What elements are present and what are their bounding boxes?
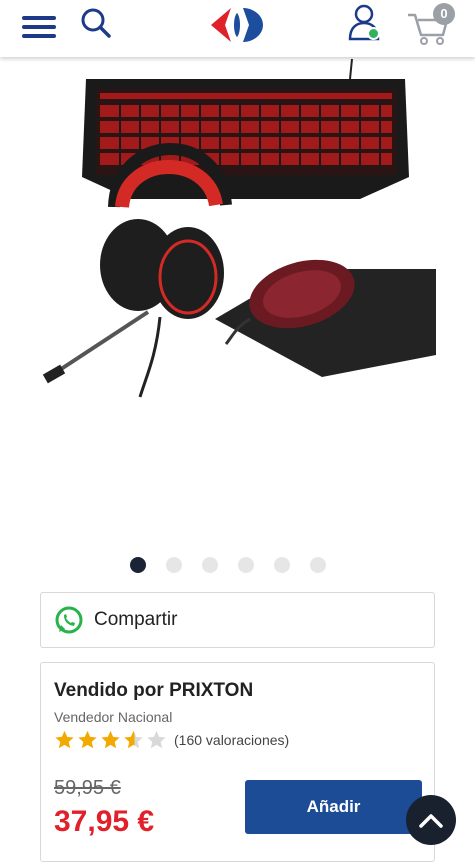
star-icon [101, 730, 120, 749]
chevron-up-icon [419, 814, 443, 828]
user-account-icon[interactable] [345, 3, 385, 43]
old-price: 59,95 € [54, 777, 121, 799]
gallery-dot[interactable] [130, 557, 146, 573]
star-icon [55, 730, 74, 749]
rating[interactable]: (160 valoraciones) [53, 729, 289, 751]
hamburger-menu-icon[interactable] [22, 14, 58, 40]
offer-card: Vendido por PRIXTON Vendedor Nacional (1… [40, 662, 435, 862]
current-price: 37,95 € [54, 805, 155, 838]
star-icon [124, 730, 143, 749]
share-button[interactable]: Compartir [40, 592, 435, 648]
gallery-dot[interactable] [202, 557, 218, 573]
top-header: 0 [0, 0, 475, 57]
scroll-to-top-button[interactable] [406, 795, 456, 845]
online-status-dot [367, 27, 380, 40]
share-label: Compartir [94, 609, 178, 630]
product-image [42, 58, 436, 398]
seller-type: Vendedor Nacional [54, 709, 173, 725]
seller-name[interactable]: PRIXTON [169, 680, 253, 701]
star-icon [147, 730, 166, 749]
shopping-cart-icon[interactable]: 0 [405, 3, 459, 47]
gallery-dot[interactable] [274, 557, 290, 573]
star-icon [78, 730, 97, 749]
seller-prefix: Vendido por [54, 680, 164, 701]
cart-count-badge: 0 [433, 3, 455, 25]
product-image-gallery[interactable] [0, 57, 475, 547]
gallery-dot[interactable] [238, 557, 254, 573]
whatsapp-icon [55, 606, 83, 634]
gallery-dot[interactable] [166, 557, 182, 573]
seller-line: Vendido por PRIXTON [54, 680, 253, 702]
add-to-cart-button[interactable]: Añadir [245, 780, 422, 834]
search-icon[interactable] [80, 7, 112, 39]
rating-count[interactable]: (160 valoraciones) [174, 732, 289, 748]
carrefour-logo[interactable] [205, 4, 269, 46]
gallery-dot[interactable] [310, 557, 326, 573]
gallery-pagination [130, 557, 326, 573]
